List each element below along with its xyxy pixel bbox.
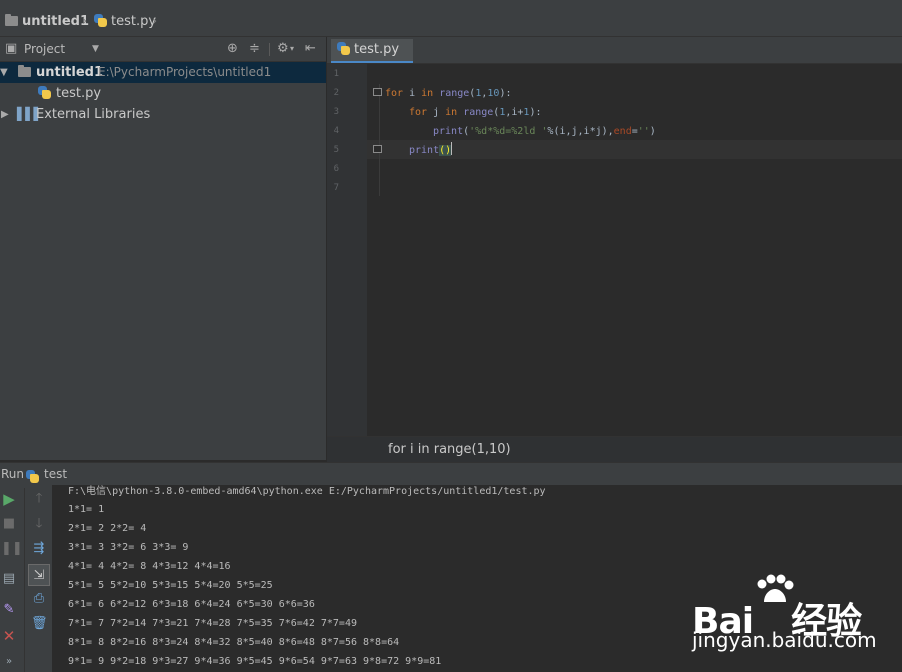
tree-item-root[interactable]: ▼ untitled1 E:\PycharmProjects\untitled1 [0,62,326,83]
navigation-bar: untitled1 › test.py › [0,8,902,37]
rerun-icon[interactable]: ▶ [1,491,17,507]
console-line: 6*1= 6 6*2=12 6*3=18 6*4=24 6*5=30 6*6=3… [68,599,315,610]
toolbar-divider [24,488,25,672]
console-command: F:\电信\python-3.8.0-embed-amd64\python.ex… [68,486,546,497]
console-line: 2*1= 2 2*2= 4 [68,523,147,534]
chevron-down-icon[interactable]: ▾ [290,41,294,57]
line-number: 6 [333,164,339,174]
gear-icon[interactable]: ⚙ [277,41,289,57]
locate-icon[interactable]: ⊕ [227,41,238,57]
chevron-down-icon[interactable]: ▼ [92,41,99,57]
line-number: 1 [333,69,339,79]
line-number: 2 [333,88,339,98]
tree-root-name: untitled1 [36,65,104,80]
project-panel-header: ▣ Project ▼ ⊕ ≑ ⚙ ▾ ⇤ [0,37,326,62]
console-line: 5*1= 5 5*2=10 5*3=15 5*4=20 5*5=25 [68,580,273,591]
python-file-icon [38,83,55,104]
run-panel-label: Run [1,467,25,481]
text-cursor [451,142,453,155]
line-number: 5 [333,145,339,155]
breadcrumb-separator: › [152,14,158,29]
expand-arrow-icon[interactable]: ▼ [0,62,8,83]
breadcrumb-item[interactable]: for i in range(1,10) [388,437,511,463]
line-number: 7 [333,183,339,193]
folder-icon [5,14,18,26]
console-line: 8*1= 8 8*2=16 8*3=24 8*4=32 8*5=40 8*6=4… [68,637,400,648]
collapse-all-icon[interactable]: ≑ [249,41,260,57]
tab-test-py[interactable]: test.py ✕ [331,39,413,78]
arrow-up-icon[interactable]: 🡑 [31,491,47,507]
nav-file-crumb[interactable]: test.py [94,13,156,31]
print-icon[interactable]: ⎙ [31,591,47,607]
console-line: 4*1= 4 4*2= 8 4*3=12 4*4=16 [68,561,231,572]
code-line-5: print() [409,141,453,160]
breadcrumb-separator: › [82,14,88,29]
project-view-selector[interactable]: Project [24,41,65,57]
python-file-icon [94,14,107,27]
python-file-icon [337,42,350,55]
dump-threads-icon[interactable]: ▤ [1,571,17,587]
more-icon[interactable]: » [1,654,17,670]
tree-item-external-libraries[interactable]: ▶ ▌▌▌ External Libraries [0,104,326,125]
baidu-jingyan-watermark: Bai 经验 jingyan.baidu.com [692,574,902,664]
nav-project-crumb[interactable]: untitled1 [5,13,89,31]
editor-tab-bar [327,37,902,64]
trash-icon[interactable]: 🗑 [31,616,48,632]
folder-icon [18,62,35,83]
indent-guide [379,84,380,196]
toolbar-divider [269,43,270,56]
console-line: 9*1= 9 9*2=18 9*3=27 9*4=36 9*5=45 9*6=5… [68,656,442,667]
tree-root-path: E:\PycharmProjects\untitled1 [98,65,272,79]
pin-icon[interactable]: ✎ [1,602,17,618]
project-view-icon: ▣ [5,41,18,56]
console-line: 7*1= 7 7*2=14 7*3=21 7*4=28 7*5=35 7*6=4… [68,618,357,629]
stop-icon[interactable]: ■ [1,516,17,532]
project-tree: ▼ untitled1 E:\PycharmProjects\untitled1… [0,62,326,460]
expand-arrow-icon[interactable]: ▶ [1,104,9,125]
watermark-url: jingyan.baidu.com [692,628,877,652]
tree-file-name: test.py [56,86,102,101]
pause-icon[interactable]: ❚❚ [1,541,23,557]
code-line-4: print('%d*%d=%2ld '%(i,j,i*j),end='') [433,126,656,137]
close-icon[interactable]: ✕ [1,628,17,644]
console-line: 1*1= 1 [68,504,105,515]
line-number: 3 [333,107,339,117]
scroll-to-end-icon[interactable]: ⇲ [28,564,50,586]
tree-item-file[interactable]: test.py [0,83,326,104]
fold-marker-icon[interactable] [373,145,382,153]
tree-external-label: External Libraries [36,107,151,122]
hide-panel-icon[interactable]: ⇤ [305,41,316,57]
console-line: 3*1= 3 3*2= 6 3*3= 9 [68,542,189,553]
soft-wrap-icon[interactable]: ⇶ [31,541,47,557]
arrow-down-icon[interactable]: 🡓 [31,516,47,532]
line-number: 4 [333,126,339,136]
fold-marker-icon[interactable] [373,88,382,96]
run-config-tab[interactable]: test [44,463,67,485]
editor-breadcrumb[interactable]: for i in range(1,10) [327,436,902,463]
code-line-2: for i in range(1,10): [385,88,512,99]
code-line-3: for j in range(1,i+1): [409,107,542,118]
